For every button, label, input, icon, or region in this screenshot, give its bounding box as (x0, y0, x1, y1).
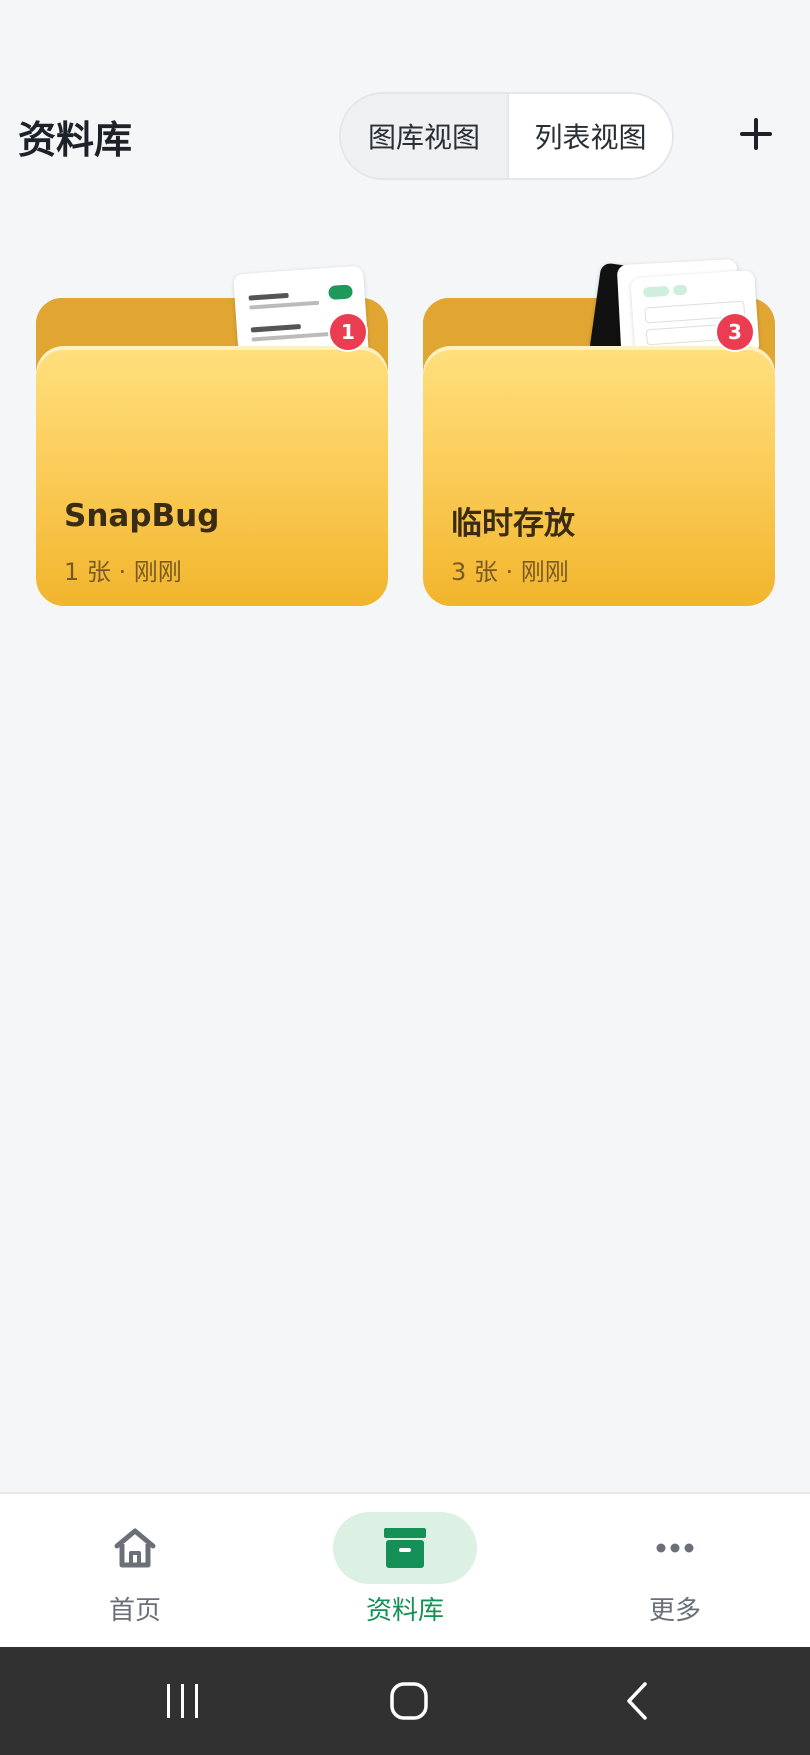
tab-library[interactable]: 资料库 (270, 1494, 540, 1649)
tab-icon-wrap (333, 1512, 477, 1584)
view-toggle: 图库视图 列表视图 (339, 92, 674, 180)
header: 资料库 图库视图 列表视图 (0, 0, 810, 220)
back-nav-button[interactable] (592, 1671, 682, 1731)
tab-icon-wrap (603, 1512, 747, 1584)
archive-icon (384, 1528, 426, 1568)
folder-name: SnapBug (64, 498, 220, 534)
tab-label: 资料库 (365, 1596, 444, 1626)
home-button-icon (390, 1682, 428, 1720)
system-nav-bar (0, 1647, 810, 1755)
home-icon (114, 1528, 156, 1568)
folder-count-badge: 1 (328, 312, 368, 352)
tab-home[interactable]: 首页 (0, 1494, 270, 1649)
folder-name: 临时存放 (451, 506, 575, 542)
back-icon (627, 1682, 647, 1720)
add-button[interactable] (730, 108, 782, 160)
folder-count-badge: 3 (715, 312, 755, 352)
folder-card-snapbug[interactable]: 1 SnapBug 1 张 · 刚刚 (36, 262, 388, 606)
folder-meta: 3 张 · 刚刚 (451, 558, 569, 586)
tab-label: 首页 (108, 1596, 161, 1626)
plus-icon (740, 118, 772, 150)
page-title: 资料库 (18, 118, 133, 162)
tab-label: 更多 (648, 1596, 701, 1626)
folder-card-temp[interactable]: 3 临时存放 3 张 · 刚刚 (423, 258, 775, 606)
folder-meta: 1 张 · 刚刚 (64, 558, 182, 586)
gallery-view-button[interactable]: 图库视图 (341, 94, 509, 178)
more-dots-icon (656, 1543, 694, 1553)
recent-apps-icon (167, 1684, 198, 1718)
recent-apps-button[interactable] (138, 1671, 228, 1731)
list-view-button[interactable]: 列表视图 (509, 94, 672, 178)
tab-icon-wrap (63, 1512, 207, 1584)
tab-more[interactable]: 更多 (540, 1494, 810, 1649)
home-nav-button[interactable] (364, 1671, 454, 1731)
bottom-tab-bar: 首页 资料库 更多 (0, 1492, 810, 1647)
